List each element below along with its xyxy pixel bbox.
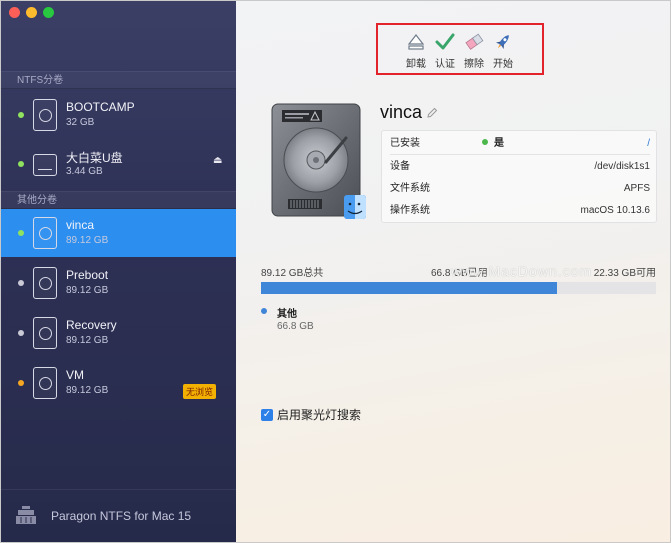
section-header-ntfs: NTFS分卷 [1,71,236,89]
watermark: www.MacDown.com [451,263,593,279]
hard-disk-icon [33,317,57,349]
volume-name: Preboot [66,268,109,282]
volume-size: 32 GB [66,117,95,128]
erase-button[interactable]: 擦除 [460,31,488,70]
volume-item-recovery[interactable]: Recovery 89.12 GB [1,309,236,357]
section-header-other: 其他分卷 [1,191,236,209]
toolbar: 卸载 认证 擦除 开始 [376,23,544,75]
legend-size: 66.8 GB [277,321,314,332]
volume-name: 大白菜U盘 [66,151,123,165]
hard-disk-icon [33,267,57,299]
free-size: 22.33 GB可用 [593,268,656,279]
volume-size: 89.12 GB [66,235,109,246]
filesystem-label: 文件系统 [390,183,430,194]
sidebar-footer: Paragon NTFS for Mac 15 [1,489,236,542]
volume-name: vinca [66,218,95,232]
mount-path-link[interactable]: / [647,133,650,155]
unmount-button[interactable]: 卸载 [402,31,430,70]
mounted-label: 已安装 [390,138,420,149]
usage-bar [261,282,656,294]
status-dot [18,230,24,236]
volume-size: 3.44 GB [66,166,103,177]
os-value: macOS 10.13.6 [580,205,650,216]
status-dot [18,280,24,286]
hard-disk-icon [33,99,57,131]
legend-name: 其他 [277,309,297,320]
total-size: 89.12 GB总共 [261,268,324,279]
erase-label: 擦除 [464,59,484,70]
info-row-os: 操作系统 macOS 10.13.6 [390,200,650,222]
usb-drive-icon [33,154,57,176]
spotlight-checkbox[interactable]: ✓ [261,408,273,421]
volume-item-preboot[interactable]: Preboot 89.12 GB [1,259,236,307]
main-panel: 卸载 认证 擦除 开始 vinca 已安装 是 / 设备 /dev/disk1s… [236,1,670,542]
window-controls [9,7,54,18]
status-dot [18,380,24,386]
eject-icon [407,34,425,50]
status-dot [18,161,24,167]
close-button[interactable] [9,7,20,18]
volume-name: VM [66,368,84,382]
volume-item-usb[interactable]: 大白菜U盘 3.44 GB ⏏ [1,140,236,188]
finder-icon [344,195,366,219]
start-button[interactable]: 开始 [489,31,517,70]
minimize-button[interactable] [26,7,37,18]
info-row-mounted: 已安装 是 / [390,133,650,155]
app-window: NTFS分卷 BOOTCAMP 32 GB 大白菜U盘 3.44 GB ⏏ 其他… [0,0,671,543]
status-dot [18,330,24,336]
volume-size: 89.12 GB [66,285,109,296]
volume-title: vinca [380,102,423,122]
volume-size: 89.12 GB [66,385,109,396]
zoom-button[interactable] [43,7,54,18]
info-row-filesystem: 文件系统 APFS [390,178,650,200]
spotlight-label: 启用聚光灯搜索 [277,408,362,422]
start-label: 开始 [493,59,513,70]
eject-icon[interactable]: ⏏ [213,155,222,166]
eraser-icon [465,33,484,50]
verify-label: 认证 [435,59,455,70]
volume-name: BOOTCAMP [66,100,135,114]
app-name-label: Paragon NTFS for Mac 15 [51,509,192,523]
volume-item-vm[interactable]: VM 89.12 GB 无浏览 [1,359,236,407]
info-row-device: 设备 /dev/disk1s1 [390,156,650,178]
volume-name: Recovery [66,318,117,332]
usage-bar-fill [261,282,558,294]
verify-button[interactable]: 认证 [431,31,459,70]
rocket-icon [495,35,509,50]
unmount-label: 卸载 [406,59,426,70]
pencil-icon[interactable] [426,107,438,119]
filesystem-value: APFS [623,183,650,194]
status-badge: 无浏览 [183,384,217,399]
volume-size: 89.12 GB [66,335,109,346]
legend-dot [261,308,267,314]
os-label: 操作系统 [390,205,430,216]
spotlight-checkbox-row[interactable]: ✓ 启用聚光灯搜索 [261,406,361,423]
mounted-value: 是 [482,133,504,155]
volume-info-panel: 已安装 是 / 设备 /dev/disk1s1 文件系统 APFS 操作系统 m… [381,130,657,223]
status-dot [18,112,24,118]
device-label: 设备 [390,161,410,172]
device-value: /dev/disk1s1 [594,161,650,172]
hard-disk-icon [33,367,57,399]
sidebar: NTFS分卷 BOOTCAMP 32 GB 大白菜U盘 3.44 GB ⏏ 其他… [1,1,236,542]
volume-item-vinca[interactable]: vinca 89.12 GB [1,209,236,257]
volume-item-bootcamp[interactable]: BOOTCAMP 32 GB [1,91,236,139]
hard-disk-icon [33,217,57,249]
checkmark-icon [435,33,455,50]
paragon-logo-icon [16,506,36,524]
